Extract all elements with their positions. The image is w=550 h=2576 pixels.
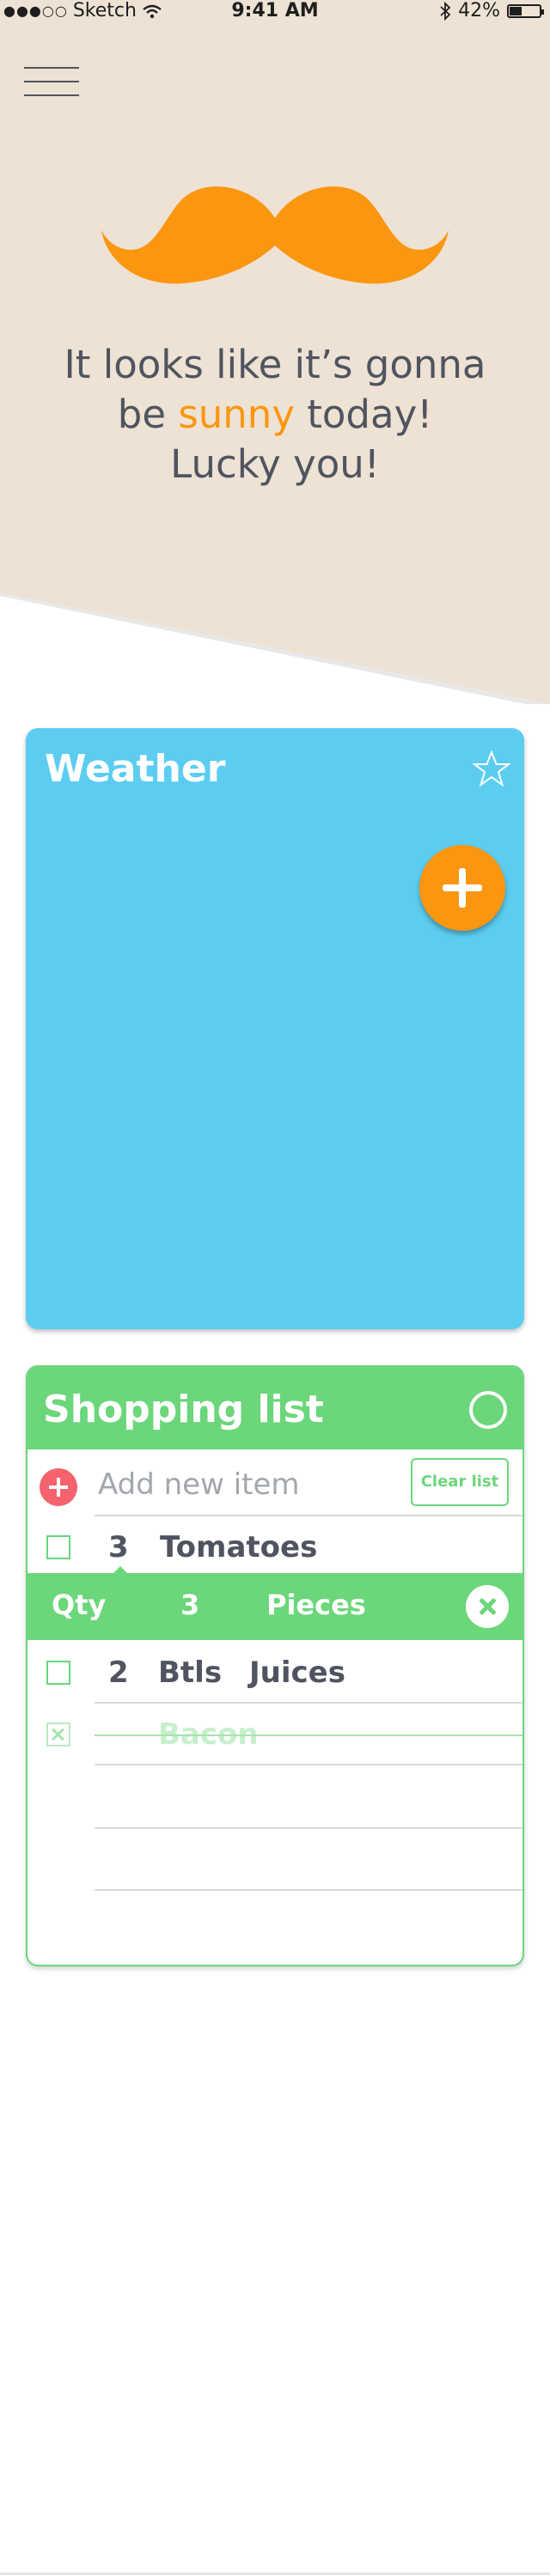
hero-banner: ●●●○○ Sketch 9:41 AM 42% It looks like i… (0, 0, 550, 704)
menu-line-icon (24, 94, 79, 96)
item-checkbox-checked[interactable] (46, 1722, 70, 1747)
qty-value[interactable]: 3 (180, 1589, 199, 1621)
mustache-icon (101, 186, 449, 284)
qty-editor-bar: Qty 3 Pieces (28, 1566, 522, 1640)
headline-highlight: sunny (178, 392, 295, 437)
add-weather-fab-button[interactable] (419, 845, 505, 931)
row-divider (95, 1702, 522, 1704)
item-name: Juices (249, 1656, 345, 1690)
headline-post: today! (294, 392, 433, 437)
headline-pre: be (117, 392, 179, 437)
row-divider (95, 1827, 522, 1829)
qty-label: Qty (52, 1589, 107, 1621)
strikethrough-line (95, 1735, 522, 1736)
headline-line-3: Lucky you! (170, 441, 380, 487)
item-unit: Btls (158, 1656, 223, 1690)
star-outline-icon[interactable] (473, 750, 510, 787)
weather-card[interactable]: Weather (26, 728, 524, 1329)
shopping-list-title: Shopping list (43, 1388, 324, 1431)
battery-percent: 42% (458, 0, 500, 21)
item-checkbox[interactable] (46, 1535, 70, 1559)
item-qty: 3 (108, 1530, 129, 1564)
list-item[interactable]: 3 Tomatoes (28, 1518, 522, 1578)
qty-unit[interactable]: Pieces (266, 1589, 366, 1621)
weather-card-title: Weather (45, 747, 226, 791)
status-bar: ●●●○○ Sketch 9:41 AM 42% (0, 0, 550, 24)
menu-line-icon (24, 81, 79, 82)
headline-line-2: be sunny today! (17, 390, 533, 440)
shopping-list-header: Shopping list (28, 1367, 522, 1449)
clear-list-button[interactable]: Clear list (411, 1458, 509, 1506)
headline-line-1: It looks like it’s gonna (64, 342, 486, 387)
battery-icon (507, 3, 544, 18)
close-qty-editor-button[interactable] (466, 1585, 509, 1628)
add-item-row: Clear list (28, 1449, 522, 1518)
row-divider (95, 1764, 522, 1765)
item-checkbox[interactable] (46, 1661, 70, 1685)
item-qty: 2 (108, 1656, 129, 1690)
row-divider (95, 1515, 522, 1516)
bluetooth-icon (440, 1, 451, 21)
add-item-input[interactable] (95, 1465, 385, 1504)
row-divider (95, 1889, 522, 1891)
hamburger-menu-button[interactable] (24, 67, 79, 98)
qty-editor-pointer (113, 1566, 127, 1573)
item-name: Tomatoes (160, 1530, 318, 1564)
weather-headline: It looks like it’s gonna be sunny today!… (17, 340, 533, 489)
bottom-divider (0, 2573, 550, 2575)
list-item[interactable]: 2 Btls Juices (28, 1643, 522, 1704)
circle-toggle-button[interactable] (469, 1391, 507, 1429)
shopping-list-card: Shopping list Clear list 3 Tomatoes Qty … (26, 1365, 524, 1966)
add-item-button[interactable] (40, 1468, 77, 1506)
menu-line-icon (24, 67, 79, 69)
